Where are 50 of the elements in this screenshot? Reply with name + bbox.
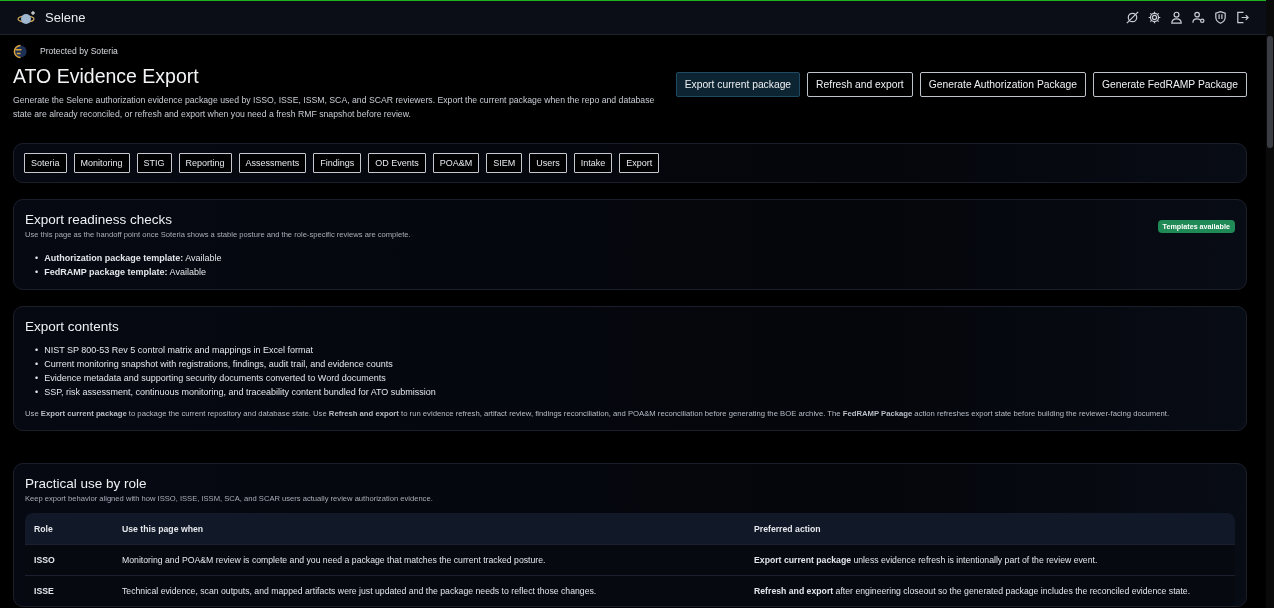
list-bullet: • bbox=[35, 372, 39, 385]
section-title: Export readiness checks bbox=[25, 212, 174, 227]
contents-item: SSP, risk assessment, continuous monitoring, and traceability content bundled for ATO submission bbox=[44, 386, 436, 399]
user-settings-icon[interactable] bbox=[1191, 10, 1206, 25]
app-title: Selene bbox=[45, 10, 87, 25]
user-icon[interactable] bbox=[1169, 10, 1184, 25]
table-cell: ISSO bbox=[25, 544, 113, 576]
scrollbar-thumb[interactable] bbox=[1267, 36, 1273, 148]
table-cell: Technical evidence, scan outputs, and mapped artifacts were just updated and the package needs to reflect those changes. bbox=[113, 575, 745, 606]
column-header: Preferred action bbox=[745, 513, 1235, 545]
section-title: Practical use by role bbox=[25, 476, 148, 491]
action-button[interactable]: Refresh and export bbox=[807, 72, 913, 97]
nav-link-button[interactable]: SIEM bbox=[486, 153, 523, 173]
page-title: ATO Evidence Export bbox=[13, 65, 200, 88]
action-button[interactable]: Generate FedRAMP Package bbox=[1092, 72, 1247, 97]
nav-link-button[interactable]: Reporting bbox=[178, 153, 232, 173]
readiness-item: Authorization package template: Available bbox=[44, 252, 222, 265]
page-description: Generate the Selene authorization evidence package used by ISSO, ISSE, ISSM, SCA, and SCAR reviewers. Export the current package when the repo and database state are already reconciled, or refresh and export when you need a fresh RMF snapshot before review. bbox=[13, 94, 656, 121]
settings-icon[interactable] bbox=[1147, 10, 1162, 25]
list-bullet: • bbox=[35, 252, 39, 265]
nav-link-button[interactable]: POA&M bbox=[432, 153, 480, 173]
section-title: Export contents bbox=[25, 319, 120, 334]
column-header: Role bbox=[25, 513, 113, 545]
nav-link-button[interactable]: OD Events bbox=[368, 153, 426, 173]
list-bullet: • bbox=[35, 358, 39, 371]
list-bullet: • bbox=[35, 344, 39, 357]
list-bullet: • bbox=[35, 386, 39, 399]
nav-link-button[interactable]: Findings bbox=[313, 153, 362, 173]
nav-link-button[interactable]: STIG bbox=[136, 153, 172, 173]
table-cell: Export current package unless evidence refresh is intentionally part of the review event. bbox=[745, 544, 1235, 576]
table-cell: Refresh and export after engineering closeout so the generated package includes the reconciled evidence state. bbox=[745, 575, 1235, 606]
nav-link-button[interactable]: Intake bbox=[573, 153, 613, 173]
column-header: Use this page when bbox=[113, 513, 745, 545]
nav-link-button[interactable]: Users bbox=[529, 153, 567, 173]
protected-by-text: Protected by Soteria bbox=[40, 46, 118, 56]
nav-link-button[interactable]: Monitoring bbox=[73, 153, 130, 173]
shield-icon[interactable] bbox=[1213, 10, 1228, 25]
logout-icon[interactable] bbox=[1235, 10, 1250, 25]
nav-link-button[interactable]: Soteria bbox=[24, 153, 67, 173]
planet-logo-icon bbox=[17, 10, 36, 24]
contents-item: Evidence metadata and supporting security documents converted to Word documents bbox=[44, 372, 386, 385]
nav-link-button[interactable]: Export bbox=[619, 153, 660, 173]
list-bullet: • bbox=[35, 266, 39, 279]
readiness-item: FedRAMP package template: Available bbox=[44, 266, 206, 279]
table-cell: Monitoring and POA&M review is complete and you need a package that matches the current tracked posture. bbox=[113, 544, 745, 576]
contents-item: Current monitoring snapshot with registrations, findings, audit trail, and evidence counts bbox=[44, 358, 393, 371]
action-button[interactable]: Generate Authorization Package bbox=[919, 72, 1086, 97]
contents-item: NIST SP 800-53 Rev 5 control matrix and mappings in Excel format bbox=[44, 344, 313, 357]
nav-link-button[interactable]: Assessments bbox=[238, 153, 307, 173]
action-button[interactable]: Export current package bbox=[675, 72, 801, 97]
